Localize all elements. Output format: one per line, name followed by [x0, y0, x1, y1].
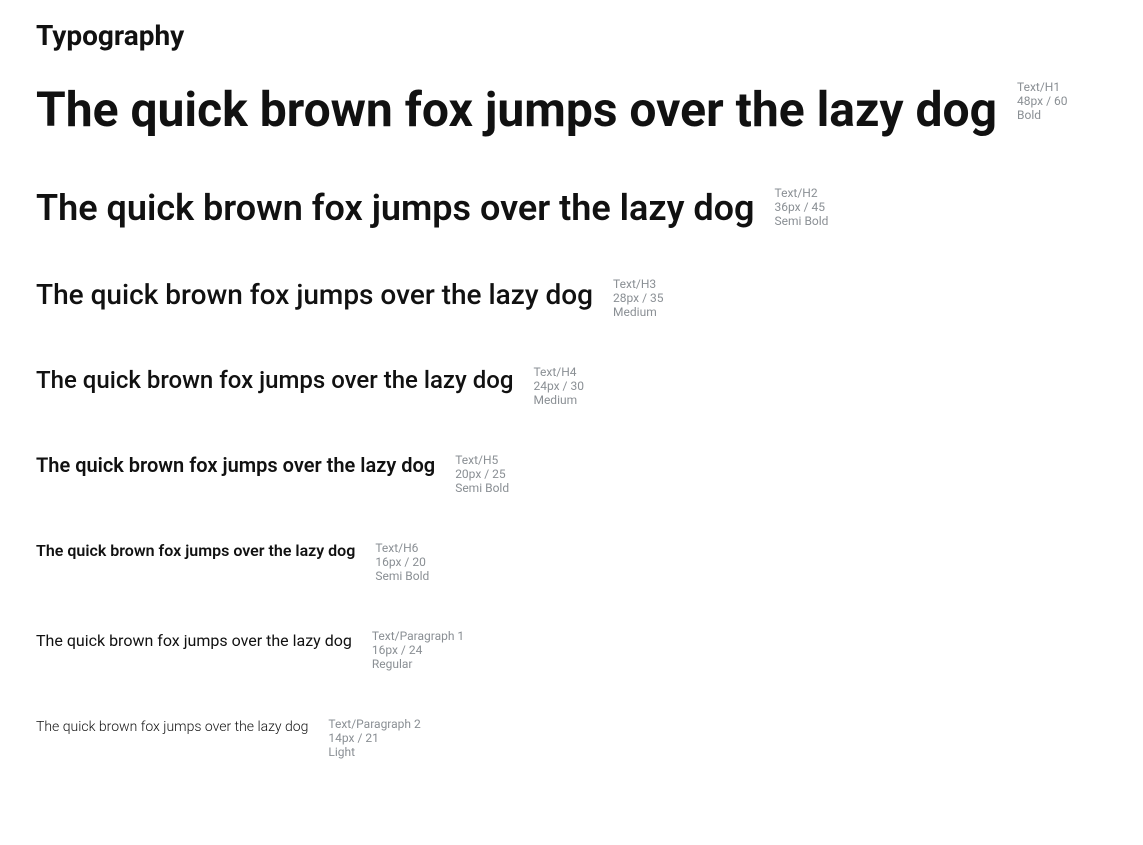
page-title: Typography [36, 18, 1107, 54]
meta-h3: Text/H3 28px / 35 Medium [613, 277, 663, 319]
meta-p1: Text/Paragraph 1 16px / 24 Regular [372, 629, 464, 671]
meta-name: Text/H1 [1017, 80, 1067, 94]
sample-h5: The quick brown fox jumps over the lazy … [36, 453, 435, 478]
meta-h2: Text/H2 36px / 45 Semi Bold [775, 186, 829, 228]
sample-h3: The quick brown fox jumps over the lazy … [36, 277, 593, 312]
type-row-h1: The quick brown fox jumps over the lazy … [36, 80, 1107, 140]
sample-h4: The quick brown fox jumps over the lazy … [36, 365, 513, 395]
type-row-p1: The quick brown fox jumps over the lazy … [36, 629, 1107, 671]
meta-size: 16px / 24 [372, 643, 464, 657]
type-row-h2: The quick brown fox jumps over the lazy … [36, 186, 1107, 231]
meta-p2: Text/Paragraph 2 14px / 21 Light [328, 717, 420, 759]
meta-weight: Semi Bold [775, 214, 829, 228]
sample-p1: The quick brown fox jumps over the lazy … [36, 629, 352, 653]
meta-name: Text/Paragraph 2 [328, 717, 420, 731]
sample-p2: The quick brown fox jumps over the lazy … [36, 717, 308, 738]
meta-name: Text/Paragraph 1 [372, 629, 464, 643]
meta-size: 28px / 35 [613, 291, 663, 305]
meta-weight: Medium [613, 305, 663, 319]
sample-h6: The quick brown fox jumps over the lazy … [36, 541, 355, 561]
meta-size: 20px / 25 [455, 467, 509, 481]
meta-weight: Regular [372, 657, 464, 671]
meta-weight: Medium [533, 393, 583, 407]
meta-h1: Text/H1 48px / 60 Bold [1017, 80, 1067, 122]
type-row-h6: The quick brown fox jumps over the lazy … [36, 541, 1107, 583]
meta-weight: Semi Bold [375, 569, 429, 583]
meta-h4: Text/H4 24px / 30 Medium [533, 365, 583, 407]
meta-size: 24px / 30 [533, 379, 583, 393]
type-row-h4: The quick brown fox jumps over the lazy … [36, 365, 1107, 407]
meta-name: Text/H2 [775, 186, 829, 200]
meta-size: 16px / 20 [375, 555, 429, 569]
meta-size: 14px / 21 [328, 731, 420, 745]
meta-size: 48px / 60 [1017, 94, 1067, 108]
meta-name: Text/H4 [533, 365, 583, 379]
meta-name: Text/H3 [613, 277, 663, 291]
meta-name: Text/H6 [375, 541, 429, 555]
sample-h1: The quick brown fox jumps over the lazy … [36, 80, 997, 140]
type-row-h3: The quick brown fox jumps over the lazy … [36, 277, 1107, 319]
type-row-p2: The quick brown fox jumps over the lazy … [36, 717, 1107, 759]
meta-h5: Text/H5 20px / 25 Semi Bold [455, 453, 509, 495]
sample-h2: The quick brown fox jumps over the lazy … [36, 186, 755, 231]
meta-weight: Light [328, 745, 420, 759]
meta-weight: Semi Bold [455, 481, 509, 495]
meta-h6: Text/H6 16px / 20 Semi Bold [375, 541, 429, 583]
meta-weight: Bold [1017, 108, 1067, 122]
type-row-h5: The quick brown fox jumps over the lazy … [36, 453, 1107, 495]
meta-size: 36px / 45 [775, 200, 829, 214]
typography-spec-page: Typography The quick brown fox jumps ove… [0, 0, 1143, 845]
meta-name: Text/H5 [455, 453, 509, 467]
